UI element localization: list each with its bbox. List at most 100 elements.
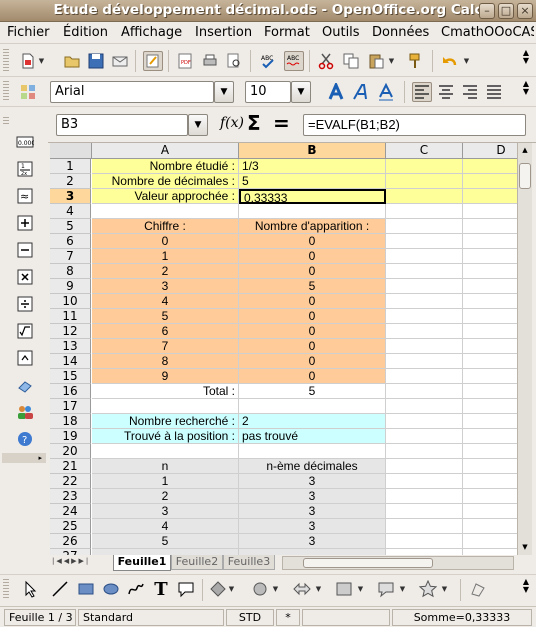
- cell-c[interactable]: [386, 234, 463, 249]
- flowchart-dropdown[interactable]: ▼: [357, 579, 364, 599]
- row-header[interactable]: 21: [50, 459, 91, 474]
- menu-affichage[interactable]: Affichage: [121, 25, 182, 40]
- cell-b[interactable]: 5: [239, 384, 386, 399]
- new-document-icon[interactable]: [18, 51, 38, 71]
- select-arrow-icon[interactable]: [20, 579, 40, 599]
- cell-b[interactable]: 0: [239, 354, 386, 369]
- stars-icon[interactable]: [418, 579, 438, 599]
- cell-c[interactable]: [386, 459, 463, 474]
- column-header-a[interactable]: A: [92, 143, 239, 159]
- menu-insertion[interactable]: Insertion: [195, 25, 252, 40]
- cell-b[interactable]: 0: [239, 324, 386, 339]
- cell-c[interactable]: [386, 429, 463, 444]
- cell-c[interactable]: [386, 309, 463, 324]
- undo-dropdown[interactable]: ▼: [463, 51, 470, 71]
- cell-b[interactable]: [239, 444, 386, 459]
- cell-c[interactable]: [386, 264, 463, 279]
- cell-d[interactable]: [463, 309, 517, 324]
- print-preview-icon[interactable]: [224, 51, 244, 71]
- cell-b[interactable]: 5: [239, 174, 386, 189]
- points-icon[interactable]: [468, 579, 488, 599]
- email-icon[interactable]: [110, 51, 130, 71]
- cell-c[interactable]: [386, 534, 463, 549]
- cell-b[interactable]: 0: [239, 294, 386, 309]
- cell-a[interactable]: 1: [92, 474, 239, 489]
- cell-d[interactable]: [463, 459, 517, 474]
- cell-b[interactable]: 0: [239, 249, 386, 264]
- toolbar-expand-icon[interactable]: ▸: [2, 453, 46, 463]
- horizontal-scrollbar[interactable]: [282, 556, 514, 570]
- cell-b[interactable]: 0: [239, 264, 386, 279]
- cell-b[interactable]: 3: [239, 519, 386, 534]
- toolbar-grip[interactable]: [3, 49, 9, 72]
- cell-d[interactable]: [463, 234, 517, 249]
- name-box-dropdown[interactable]: ▼: [188, 114, 208, 136]
- autospellcheck-icon[interactable]: ABC: [284, 51, 304, 71]
- sum-icon[interactable]: Σ: [247, 111, 261, 135]
- cell-d[interactable]: [463, 219, 517, 234]
- cell-d[interactable]: [463, 204, 517, 219]
- row-header[interactable]: 7: [50, 249, 91, 264]
- menu-edition[interactable]: Édition: [63, 25, 108, 40]
- cell-d[interactable]: [463, 369, 517, 384]
- row-header[interactable]: 1: [50, 159, 91, 174]
- cell-b[interactable]: 0: [239, 369, 386, 384]
- function-wizard-icon[interactable]: f(x): [220, 115, 244, 131]
- cell-d[interactable]: [463, 444, 517, 459]
- cell-d[interactable]: [463, 429, 517, 444]
- cell-d[interactable]: [463, 279, 517, 294]
- align-center-icon[interactable]: [436, 82, 456, 102]
- clone-formatting-icon[interactable]: [405, 51, 425, 71]
- text-icon[interactable]: T: [151, 579, 171, 600]
- row-header[interactable]: 12: [50, 324, 91, 339]
- hscroll-thumb[interactable]: [303, 558, 433, 568]
- align-right-icon[interactable]: [460, 82, 480, 102]
- cell-a[interactable]: 0: [92, 234, 239, 249]
- cell-c[interactable]: [386, 504, 463, 519]
- row-header[interactable]: 11: [50, 309, 91, 324]
- cell-a[interactable]: 4: [92, 294, 239, 309]
- toolbar-overflow-icon[interactable]: ▲ ▼: [520, 49, 532, 73]
- flowchart-icon[interactable]: [334, 579, 354, 599]
- row-header[interactable]: 5: [50, 219, 91, 234]
- menu-outils[interactable]: Outils: [322, 25, 360, 40]
- cell-b[interactable]: 3: [239, 489, 386, 504]
- formula-input[interactable]: =EVALF(B1;B2): [303, 114, 526, 136]
- row-header[interactable]: 19: [50, 429, 91, 444]
- font-name-dropdown[interactable]: ▼: [214, 81, 234, 103]
- cell-d[interactable]: [463, 534, 517, 549]
- font-name-field[interactable]: Arial: [50, 81, 214, 103]
- bold-icon[interactable]: [326, 82, 346, 102]
- toolbar-grip[interactable]: [3, 579, 9, 600]
- cell-b[interactable]: 2: [239, 414, 386, 429]
- cell-d[interactable]: [463, 294, 517, 309]
- paste-dropdown[interactable]: ▼: [388, 51, 395, 71]
- cell-d[interactable]: [463, 159, 517, 174]
- scroll-thumb[interactable]: [519, 163, 531, 189]
- cell-d[interactable]: [463, 189, 517, 204]
- cell-b[interactable]: 1/3: [239, 159, 386, 174]
- status-selection-mode[interactable]: STD: [226, 609, 274, 626]
- cell-a[interactable]: Nombre recherché :: [92, 414, 239, 429]
- tab-feuille1[interactable]: Feuille1: [113, 555, 171, 571]
- cell-d[interactable]: [463, 324, 517, 339]
- cell-c[interactable]: [386, 474, 463, 489]
- scroll-down-icon[interactable]: ▼: [519, 541, 531, 553]
- scroll-up-icon[interactable]: ▲: [519, 144, 531, 156]
- cell-b[interactable]: 0: [239, 309, 386, 324]
- cell-b[interactable]: 5: [239, 279, 386, 294]
- cell-c[interactable]: [386, 204, 463, 219]
- cell-c[interactable]: [386, 489, 463, 504]
- cell-a[interactable]: 5: [92, 534, 239, 549]
- row-header[interactable]: 13: [50, 339, 91, 354]
- freeform-icon[interactable]: [126, 579, 146, 599]
- cell-d[interactable]: [463, 519, 517, 534]
- help-icon[interactable]: ?: [15, 429, 35, 449]
- cell-d[interactable]: [463, 249, 517, 264]
- styles-icon[interactable]: [18, 82, 38, 102]
- cell-a[interactable]: 1: [92, 249, 239, 264]
- row-header[interactable]: 22: [50, 474, 91, 489]
- cell-a[interactable]: Trouvé à la position :: [92, 429, 239, 444]
- cell-d[interactable]: [463, 414, 517, 429]
- cell-c[interactable]: [386, 354, 463, 369]
